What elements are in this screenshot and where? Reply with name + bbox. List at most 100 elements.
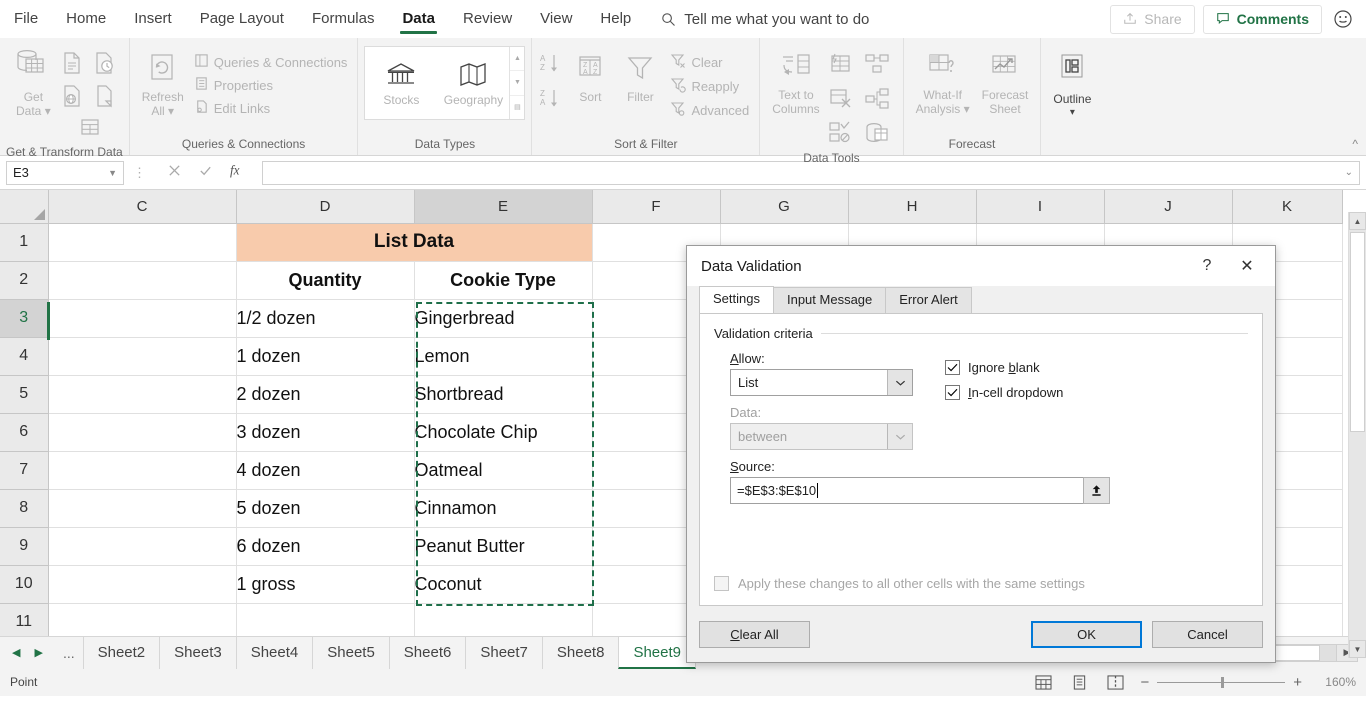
manage-data-model-icon[interactable] (863, 120, 897, 151)
zoom-percentage[interactable]: 160% (1316, 675, 1356, 689)
cell-C5[interactable] (48, 375, 237, 414)
vertical-scroll-thumb[interactable] (1350, 232, 1365, 432)
from-recent-sources-icon[interactable] (91, 50, 121, 81)
row-header-7[interactable]: 7 (0, 451, 49, 490)
properties-button[interactable]: Properties (190, 74, 352, 96)
outline-button[interactable]: Outline ▾ (1047, 46, 1097, 122)
tab-error-alert[interactable]: Error Alert (885, 287, 972, 313)
cell-C6[interactable] (48, 413, 237, 452)
queries-and-connections-button[interactable]: Queries & Connections (190, 51, 352, 73)
name-box[interactable]: E3 ▼ (6, 160, 124, 185)
existing-connections-icon[interactable] (76, 116, 104, 145)
column-header-F[interactable]: F (592, 190, 721, 224)
cell-E9[interactable]: Peanut Butter (414, 527, 593, 566)
sheet-tab-sheet8[interactable]: Sheet8 (541, 636, 619, 669)
vertical-scrollbar[interactable]: ▲ ▼ (1348, 212, 1366, 658)
zoom-thumb[interactable] (1221, 676, 1225, 688)
ribbon-tab-view[interactable]: View (526, 0, 586, 38)
source-input[interactable]: =$E$3:$E$10 (730, 477, 1110, 504)
stocks-button[interactable]: Stocks (365, 47, 437, 119)
column-header-I[interactable]: I (976, 190, 1105, 224)
zoom-in-icon[interactable]: + (1293, 674, 1302, 691)
sheet-tabs-overflow-left[interactable]: ... (55, 645, 83, 661)
ribbon-tab-home[interactable]: Home (52, 0, 120, 38)
column-header-J[interactable]: J (1104, 190, 1233, 224)
collapse-dialog-icon[interactable] (1083, 477, 1110, 504)
sheet-tab-sheet4[interactable]: Sheet4 (235, 636, 313, 669)
cell-E11[interactable] (414, 603, 593, 636)
zoom-slider[interactable]: − + (1140, 674, 1302, 691)
cell-D9[interactable]: 6 dozen (236, 527, 415, 566)
text-to-columns-button[interactable]: Text to Columns (766, 46, 825, 118)
name-box-caret-icon[interactable]: ▼ (108, 168, 117, 178)
column-header-K[interactable]: K (1232, 190, 1343, 224)
cell-E8[interactable]: Cinnamon (414, 489, 593, 528)
cell-E4[interactable]: Lemon (414, 337, 593, 376)
from-text-csv-icon[interactable] (59, 50, 89, 81)
help-icon[interactable]: ? (1187, 249, 1227, 283)
cell-C3[interactable] (48, 299, 237, 338)
what-if-analysis-button[interactable]: What-If Analysis ▾ (910, 46, 976, 118)
sheet-tab-sheet6[interactable]: Sheet6 (388, 636, 466, 669)
forecast-sheet-button[interactable]: Forecast Sheet (976, 46, 1035, 118)
ribbon-tab-page-layout[interactable]: Page Layout (186, 0, 298, 38)
ribbon-tab-file[interactable]: File (0, 0, 52, 38)
cell-E7[interactable]: Oatmeal (414, 451, 593, 490)
cell-C2[interactable] (48, 261, 237, 300)
flash-fill-icon[interactable] (826, 52, 860, 83)
normal-view-icon[interactable] (1032, 672, 1054, 692)
formula-bar-handle[interactable]: ⋮ (128, 165, 151, 181)
column-header-D[interactable]: D (236, 190, 415, 224)
column-header-H[interactable]: H (848, 190, 977, 224)
sort-button[interactable]: ZAAZ Sort (566, 46, 614, 106)
cell-C1[interactable] (48, 223, 237, 262)
advanced-filter-button[interactable]: Advanced (666, 99, 753, 122)
cell-D10[interactable]: 1 gross (236, 565, 415, 604)
row-header-1[interactable]: 1 (0, 223, 49, 262)
cell-D6[interactable]: 3 dozen (236, 413, 415, 452)
cell-C11[interactable] (48, 603, 237, 636)
cell-D1-list-data-title[interactable]: List Data (236, 223, 593, 262)
cell-D2-quantity-header[interactable]: Quantity (236, 261, 415, 300)
sheet-tab-sheet7[interactable]: Sheet7 (465, 636, 542, 669)
cell-D11[interactable] (236, 603, 415, 636)
cell-C4[interactable] (48, 337, 237, 376)
zoom-out-icon[interactable]: − (1140, 674, 1149, 691)
column-header-E[interactable]: E (414, 190, 593, 224)
comments-button[interactable]: Comments (1202, 4, 1322, 34)
cell-C10[interactable] (48, 565, 237, 604)
scroll-down-icon[interactable]: ▼ (1349, 640, 1366, 658)
vertical-scroll-track[interactable] (1349, 230, 1366, 640)
row-header-2[interactable]: 2 (0, 261, 49, 300)
column-header-G[interactable]: G (720, 190, 849, 224)
sheet-tab-sheet9[interactable]: Sheet9 (618, 636, 696, 669)
row-header-4[interactable]: 4 (0, 337, 49, 376)
in-cell-dropdown-checkbox[interactable]: In-cell dropdown (945, 385, 1063, 400)
cell-D3[interactable]: 1/2 dozen (236, 299, 415, 338)
tell-me-search[interactable]: Tell me what you want to do (661, 11, 869, 28)
reapply-filter-button[interactable]: Reapply (666, 75, 753, 98)
ribbon-tab-insert[interactable]: Insert (120, 0, 186, 38)
cell-D4[interactable]: 1 dozen (236, 337, 415, 376)
cell-C9[interactable] (48, 527, 237, 566)
remove-duplicates-icon[interactable] (826, 86, 860, 117)
close-icon[interactable]: ✕ (1227, 249, 1267, 283)
ribbon-tab-help[interactable]: Help (586, 0, 645, 38)
gallery-expand-icon[interactable]: ▤ (510, 96, 524, 119)
get-data-button[interactable]: Get Data ▾ (7, 46, 59, 120)
sort-ascending-icon[interactable]: AZ (538, 52, 564, 81)
geography-button[interactable]: Geography (437, 47, 509, 119)
ribbon-tab-data[interactable]: Data (388, 0, 449, 38)
edit-links-button[interactable]: Edit Links (190, 97, 352, 119)
cell-E10[interactable]: Coconut (414, 565, 593, 604)
cell-C8[interactable] (48, 489, 237, 528)
gallery-scroll-down-icon[interactable]: ▼ (510, 71, 525, 96)
expand-formula-bar-icon[interactable]: ⌄ (1345, 167, 1353, 178)
page-layout-view-icon[interactable] (1068, 672, 1090, 692)
row-header-10[interactable]: 10 (0, 565, 49, 604)
relationships-icon[interactable] (863, 86, 897, 117)
row-header-6[interactable]: 6 (0, 413, 49, 452)
zoom-track[interactable] (1157, 676, 1286, 688)
row-header-5[interactable]: 5 (0, 375, 49, 414)
row-header-9[interactable]: 9 (0, 527, 49, 566)
